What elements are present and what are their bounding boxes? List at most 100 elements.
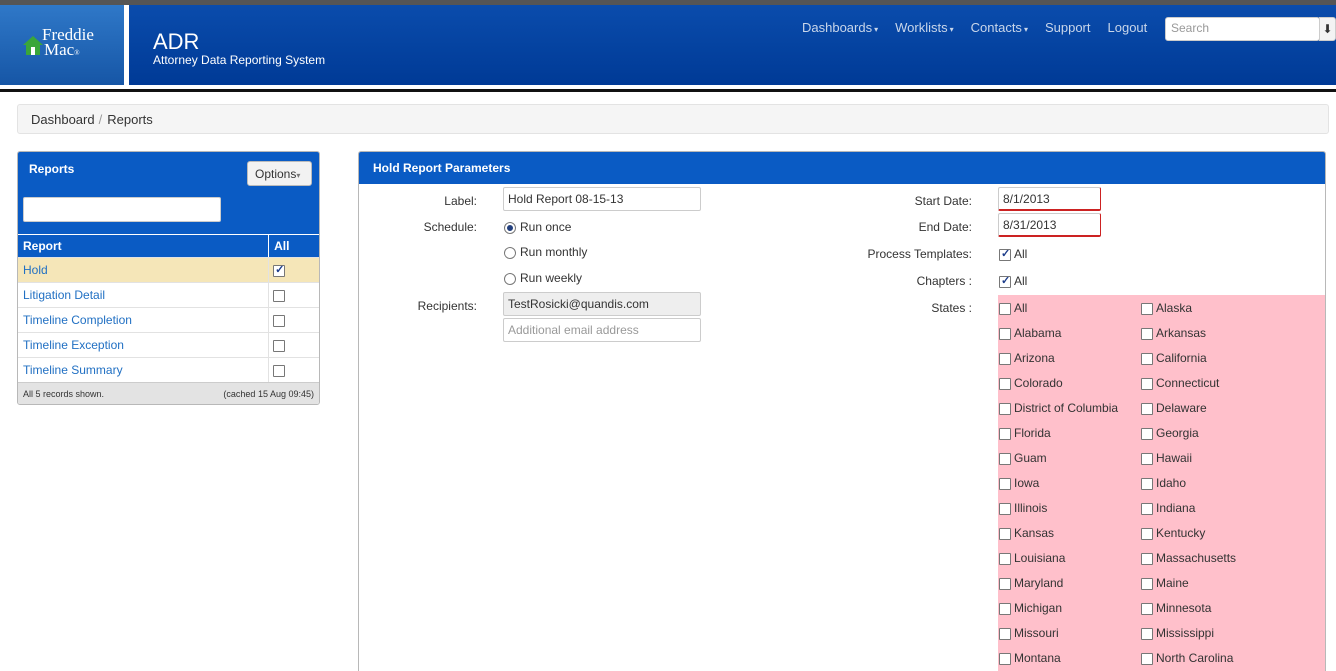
checkbox[interactable] xyxy=(1141,452,1153,465)
report-link-hold[interactable]: Hold xyxy=(18,258,270,282)
state-massachusetts[interactable]: Massachusetts xyxy=(1141,551,1236,565)
state-north-carolina[interactable]: North Carolina xyxy=(1141,651,1233,665)
table-row[interactable]: Timeline Exception xyxy=(18,332,319,357)
checkbox[interactable] xyxy=(999,452,1011,465)
state-arizona[interactable]: Arizona xyxy=(999,351,1055,365)
state-iowa[interactable]: Iowa xyxy=(999,476,1039,490)
checkbox[interactable] xyxy=(999,402,1011,415)
report-checkbox[interactable] xyxy=(273,289,286,302)
state-connecticut[interactable]: Connecticut xyxy=(1141,376,1219,390)
column-report[interactable]: Report xyxy=(18,235,270,257)
recipient-email-field[interactable]: TestRosicki@quandis.com xyxy=(503,292,701,316)
nav-contacts[interactable]: Contacts ▾ xyxy=(971,20,1028,35)
state-indiana[interactable]: Indiana xyxy=(1141,501,1195,515)
end-date-input[interactable]: 8/31/2013 xyxy=(998,213,1101,237)
state-illinois[interactable]: Illinois xyxy=(999,501,1047,515)
radio-button[interactable] xyxy=(504,272,516,285)
report-link-timeline-completion[interactable]: Timeline Completion xyxy=(18,308,270,332)
report-checkbox[interactable] xyxy=(273,364,286,377)
state-maryland[interactable]: Maryland xyxy=(999,576,1063,590)
checkbox[interactable] xyxy=(999,477,1011,490)
state-mississippi[interactable]: Mississippi xyxy=(1141,626,1214,640)
checkbox[interactable] xyxy=(1141,577,1153,590)
state-hawaii[interactable]: Hawaii xyxy=(1141,451,1192,465)
report-link-timeline-summary[interactable]: Timeline Summary xyxy=(18,358,270,382)
checkbox[interactable] xyxy=(1141,377,1153,390)
checkbox[interactable] xyxy=(999,502,1011,515)
table-row[interactable]: Timeline Summary xyxy=(18,357,319,382)
state-montana[interactable]: Montana xyxy=(999,651,1061,665)
state-michigan[interactable]: Michigan xyxy=(999,601,1062,615)
state-missouri[interactable]: Missouri xyxy=(999,626,1059,640)
state-florida[interactable]: Florida xyxy=(999,426,1051,440)
checkbox[interactable] xyxy=(1141,552,1153,565)
checkbox[interactable] xyxy=(999,247,1011,261)
options-button[interactable]: Options▾ xyxy=(247,161,312,186)
checkbox[interactable] xyxy=(1141,302,1153,315)
checkbox[interactable] xyxy=(999,552,1011,565)
state-louisiana[interactable]: Louisiana xyxy=(999,551,1065,565)
checkbox[interactable] xyxy=(1141,402,1153,415)
column-all[interactable]: All xyxy=(269,235,319,257)
radio-button[interactable] xyxy=(504,246,516,259)
nav-support[interactable]: Support xyxy=(1045,20,1091,35)
checkbox[interactable] xyxy=(1141,352,1153,365)
table-row[interactable]: Timeline Completion xyxy=(18,307,319,332)
checkbox[interactable] xyxy=(1141,502,1153,515)
state-alabama[interactable]: Alabama xyxy=(999,326,1061,340)
table-row[interactable]: Litigation Detail xyxy=(18,282,319,307)
table-row[interactable]: Hold xyxy=(18,257,319,282)
state-alaska[interactable]: Alaska xyxy=(1141,301,1192,315)
nav-worklists[interactable]: Worklists ▾ xyxy=(895,20,954,35)
state-california[interactable]: California xyxy=(1141,351,1207,365)
search-input[interactable]: Search xyxy=(1165,17,1320,41)
state-colorado[interactable]: Colorado xyxy=(999,376,1063,390)
schedule-run-once[interactable]: Run once xyxy=(504,220,571,234)
breadcrumb-dashboard[interactable]: Dashboard xyxy=(31,112,95,127)
freddie-mac-logo[interactable]: Freddie Mac® xyxy=(0,5,124,85)
checkbox[interactable] xyxy=(999,527,1011,540)
reports-filter-input[interactable] xyxy=(23,197,221,222)
state-district-of-columbia[interactable]: District of Columbia xyxy=(999,401,1118,415)
checkbox[interactable] xyxy=(1141,477,1153,490)
nav-dashboards[interactable]: Dashboards ▾ xyxy=(802,20,878,35)
checkbox[interactable] xyxy=(999,302,1011,315)
checkbox[interactable] xyxy=(1141,427,1153,440)
checkbox[interactable] xyxy=(999,627,1011,640)
state-guam[interactable]: Guam xyxy=(999,451,1047,465)
radio-button[interactable] xyxy=(504,221,516,234)
schedule-run-monthly[interactable]: Run monthly xyxy=(504,245,587,259)
checkbox[interactable] xyxy=(1141,652,1153,665)
state-delaware[interactable]: Delaware xyxy=(1141,401,1207,415)
checkbox[interactable] xyxy=(999,602,1011,615)
checkbox[interactable] xyxy=(1141,602,1153,615)
report-checkbox[interactable] xyxy=(273,263,286,277)
report-checkbox[interactable] xyxy=(273,314,286,327)
state-maine[interactable]: Maine xyxy=(1141,576,1189,590)
checkbox[interactable] xyxy=(999,274,1011,288)
additional-email-input[interactable]: Additional email address xyxy=(503,318,701,342)
checkbox[interactable] xyxy=(999,327,1011,340)
checkbox[interactable] xyxy=(1141,527,1153,540)
schedule-run-weekly[interactable]: Run weekly xyxy=(504,271,582,285)
state-georgia[interactable]: Georgia xyxy=(1141,426,1199,440)
state-kentucky[interactable]: Kentucky xyxy=(1141,526,1205,540)
state-arkansas[interactable]: Arkansas xyxy=(1141,326,1206,340)
label-input[interactable]: Hold Report 08-15-13 xyxy=(503,187,701,211)
nav-logout[interactable]: Logout xyxy=(1108,20,1148,35)
checkbox[interactable] xyxy=(999,427,1011,440)
checkbox[interactable] xyxy=(1141,327,1153,340)
state-all[interactable]: All xyxy=(999,301,1027,315)
state-idaho[interactable]: Idaho xyxy=(1141,476,1186,490)
checkbox[interactable] xyxy=(999,577,1011,590)
chapters-all[interactable]: All xyxy=(999,274,1027,288)
report-link-timeline-exception[interactable]: Timeline Exception xyxy=(18,333,270,357)
checkbox[interactable] xyxy=(999,352,1011,365)
report-link-litigation-detail[interactable]: Litigation Detail xyxy=(18,283,270,307)
checkbox[interactable] xyxy=(1141,627,1153,640)
state-kansas[interactable]: Kansas xyxy=(999,526,1054,540)
search-dropdown-button[interactable]: ⬇ xyxy=(1319,17,1336,41)
start-date-input[interactable]: 8/1/2013 xyxy=(998,187,1101,211)
checkbox[interactable] xyxy=(999,652,1011,665)
report-checkbox[interactable] xyxy=(273,339,286,352)
